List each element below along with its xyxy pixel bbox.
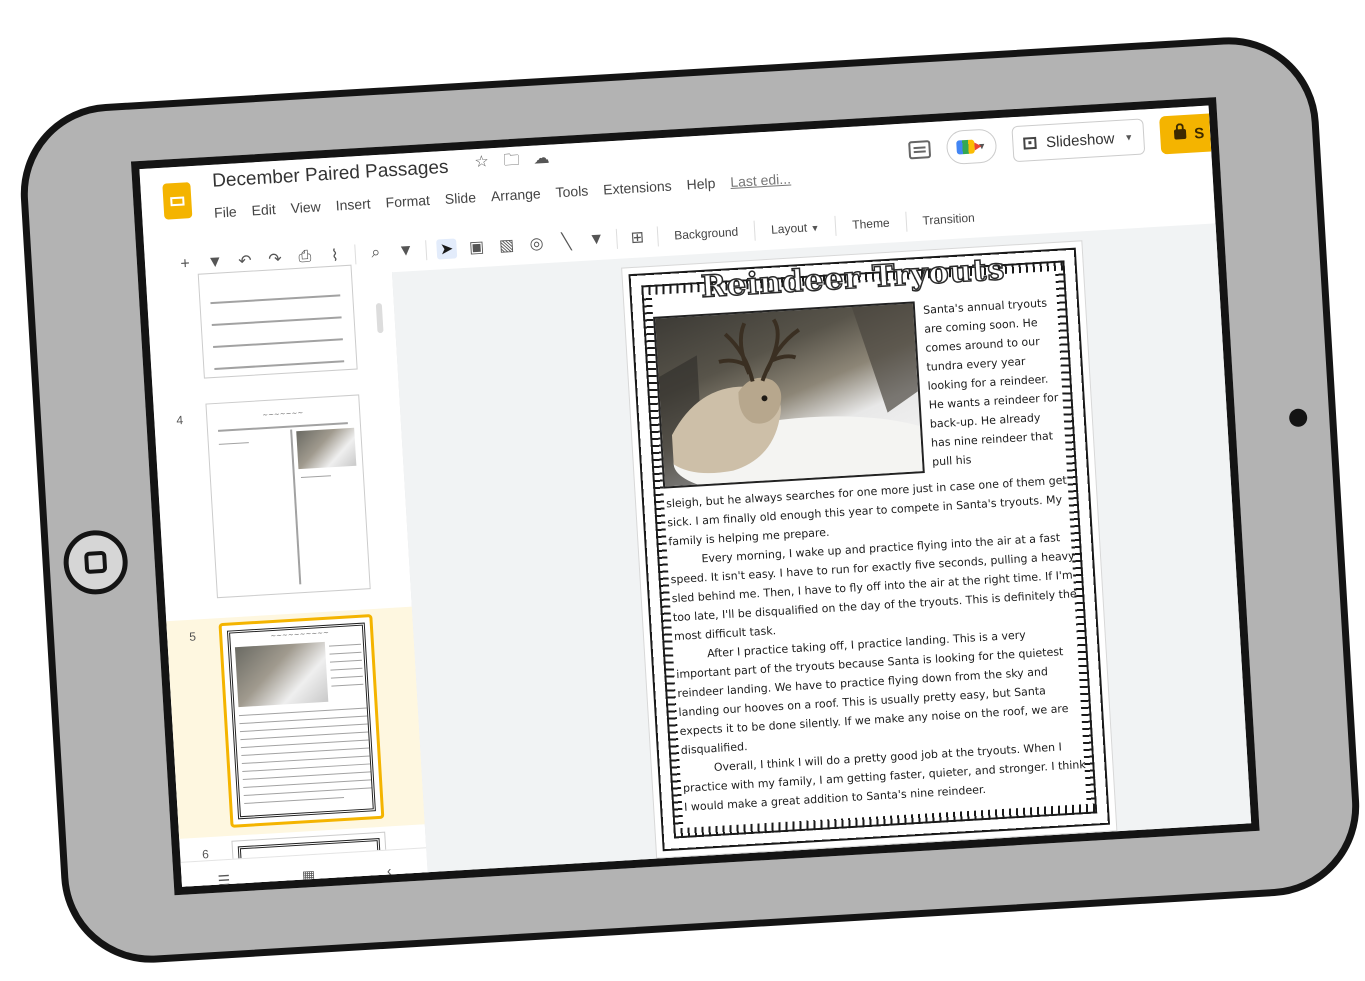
reindeer-photo[interactable]: [653, 301, 925, 489]
image-icon[interactable]: ▧: [496, 235, 517, 256]
slide-number: 5: [188, 629, 197, 644]
toolbar-divider: [834, 215, 837, 236]
menu-view[interactable]: View: [290, 198, 321, 216]
slide-canvas[interactable]: Reindeer Tryouts Santa's annual tryouts …: [622, 241, 1117, 858]
toolbar-divider: [904, 211, 908, 232]
menu-slide[interactable]: Slide: [444, 189, 476, 207]
chevron-down-icon[interactable]: ▼: [586, 231, 607, 250]
reindeer-illustration: [658, 303, 923, 487]
undo-icon[interactable]: ↶: [234, 250, 255, 271]
theme-button[interactable]: Theme: [846, 215, 896, 232]
comment-add-icon[interactable]: ⊞: [627, 227, 648, 248]
camera-dot: [1288, 408, 1308, 428]
zoom-icon[interactable]: ⌕: [365, 244, 386, 263]
transition-button[interactable]: Transition: [916, 210, 981, 228]
thumb-line: [210, 294, 341, 305]
meet-camera-icon: [955, 139, 975, 155]
star-icon[interactable]: ☆: [472, 153, 491, 171]
layout-button[interactable]: Layout ▼: [765, 220, 826, 238]
menu-format[interactable]: Format: [385, 192, 430, 211]
line-icon[interactable]: ╲: [556, 231, 577, 252]
slide-editor: Reindeer Tryouts Santa's annual tryouts …: [391, 222, 1260, 889]
menu-extensions[interactable]: Extensions: [603, 178, 672, 198]
slide-thumbnail[interactable]: ~~~~~~~: [205, 394, 371, 599]
collapse-panel-icon[interactable]: ‹: [386, 862, 392, 878]
thumb-line: [218, 442, 249, 445]
add-icon[interactable]: +: [175, 255, 196, 274]
slide-body-text[interactable]: sleigh, but he always searches for one m…: [666, 470, 1089, 816]
slide-number: 4: [175, 412, 184, 428]
screen: December Paired Passages ☆ 🗀 ☁ File Edit…: [130, 97, 1260, 896]
slide-side-text[interactable]: Santa's annual tryouts are coming soon. …: [923, 293, 1065, 472]
chevron-down-icon[interactable]: ▼: [1124, 132, 1133, 143]
toolbar-divider: [354, 244, 357, 265]
share-button[interactable]: S: [1159, 113, 1212, 155]
shape-icon[interactable]: ◎: [526, 233, 547, 254]
toolbar-divider: [753, 220, 756, 241]
menu-file[interactable]: File: [214, 203, 237, 220]
slide-filmstrip: 4 ~~~~~~~ 5 ~~~~~~~~~~ 6 ☰ ▦ ‹: [146, 264, 430, 896]
thumb-line: [214, 360, 345, 370]
toolbar-divider: [425, 240, 428, 261]
toolbar-divider: [656, 226, 659, 247]
thumb-photo: [234, 641, 329, 708]
thumb-line: [213, 338, 343, 349]
header-actions: ▼ Slideshow ▼ S: [907, 113, 1212, 170]
slideshow-label: Slideshow: [1045, 129, 1115, 151]
redo-icon[interactable]: ↷: [264, 249, 285, 270]
menu-arrange[interactable]: Arrange: [490, 185, 541, 204]
slides-logo-icon[interactable]: [162, 182, 193, 220]
layout-label: Layout: [770, 220, 808, 237]
folder-icon[interactable]: 🗀: [502, 152, 521, 170]
thumb-line: [300, 475, 331, 479]
home-button[interactable]: [61, 528, 130, 597]
last-edit-link[interactable]: Last edi...: [730, 170, 792, 190]
chevron-down-icon: ▼: [810, 222, 820, 234]
side-paragraph: Santa's annual tryouts are coming soon. …: [922, 296, 1059, 469]
background-button[interactable]: Background: [668, 224, 745, 243]
grid-view-icon[interactable]: ▦: [301, 866, 315, 884]
slideshow-button[interactable]: Slideshow ▼: [1011, 118, 1146, 163]
share-label: S: [1193, 124, 1205, 142]
thumb-title: ~~~~~~~: [261, 408, 304, 420]
chevron-down-icon[interactable]: ▼: [395, 242, 416, 261]
menu-insert[interactable]: Insert: [335, 195, 371, 213]
document-title[interactable]: December Paired Passages: [212, 157, 449, 193]
comments-icon[interactable]: [907, 140, 931, 160]
select-cursor-icon[interactable]: ➤: [436, 238, 458, 260]
menu-edit[interactable]: Edit: [251, 201, 276, 218]
print-icon[interactable]: ⎙: [294, 248, 315, 267]
title-icons: ☆ 🗀 ☁: [472, 150, 551, 172]
menu-help[interactable]: Help: [686, 175, 716, 193]
chevron-down-icon[interactable]: ▼: [205, 253, 226, 272]
slideshow-icon: [1022, 136, 1037, 150]
lock-icon: [1173, 128, 1187, 140]
tablet-device: December Paired Passages ☆ 🗀 ☁ File Edit…: [15, 32, 1365, 968]
paint-format-icon[interactable]: ⌇: [324, 245, 345, 266]
text-box-icon[interactable]: ▣: [466, 237, 487, 258]
menu-tools[interactable]: Tools: [555, 183, 589, 201]
toolbar-divider: [615, 228, 618, 249]
slide-thumbnail-active[interactable]: ~~~~~~~~~~: [218, 614, 385, 828]
cloud-icon[interactable]: ☁: [532, 150, 551, 168]
slide-thumbnail[interactable]: [197, 264, 358, 379]
thumb-photo: [296, 427, 357, 470]
filmstrip-scrollbar[interactable]: [375, 302, 384, 334]
filmstrip-footer: ☰ ▦ ‹: [180, 847, 429, 896]
meet-button[interactable]: ▼: [945, 128, 998, 166]
filmstrip-view-icon[interactable]: ☰: [217, 871, 231, 889]
thumb-line: [211, 316, 342, 327]
